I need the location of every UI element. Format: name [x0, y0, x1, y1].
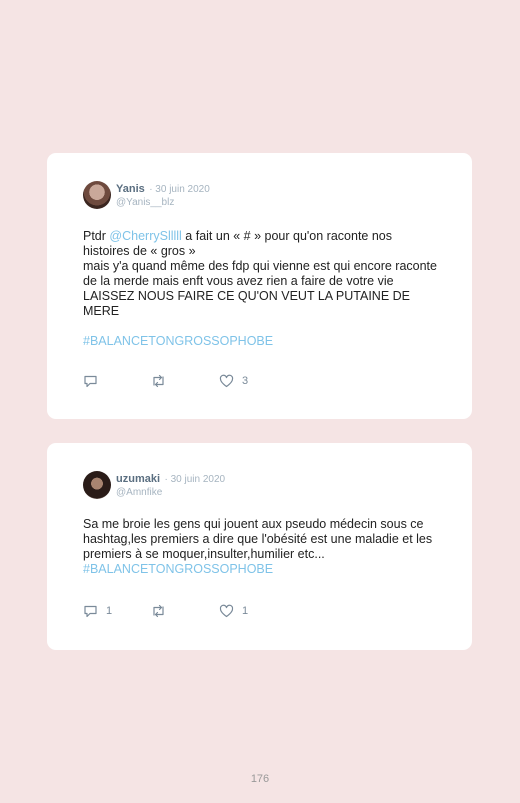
tweet-date[interactable]: · 30 juin 2020	[164, 474, 225, 485]
reply-button[interactable]: 1	[83, 604, 112, 618]
author-name[interactable]: uzumaki	[116, 473, 160, 485]
tweet-header: uzumaki · 30 juin 2020 @Amnfike	[116, 471, 225, 499]
author-name[interactable]: Yanis	[116, 183, 145, 195]
tweet-text: Ptdr @CherrySlllll a fait un « # » pour …	[83, 229, 442, 349]
heart-icon	[219, 374, 234, 388]
like-count: 1	[242, 605, 249, 617]
reply-icon	[84, 375, 97, 388]
like-button[interactable]: 3	[219, 374, 248, 388]
text-line: Sa me broie les gens qui jouent aux pseu…	[83, 517, 433, 561]
retweet-icon	[153, 604, 164, 618]
page-number: 176	[250, 773, 270, 785]
hashtag-link[interactable]: #BALANCETONGROSSOPHOBE	[83, 562, 442, 577]
hashtag-link[interactable]: #BALANCETONGROSSOPHOBE	[83, 334, 442, 349]
like-button[interactable]: 1	[219, 604, 248, 618]
tweet-card: Yanis · 30 juin 2020 @Yanis__blz Ptdr @C…	[47, 153, 472, 419]
reply-button[interactable]	[83, 374, 106, 388]
author-handle[interactable]: @Yanis__blz	[116, 196, 210, 209]
like-count: 3	[242, 375, 249, 387]
tweet-card: uzumaki · 30 juin 2020 @Amnfike Sa me br…	[47, 443, 472, 650]
heart-icon	[219, 604, 234, 618]
text-line: mais y'a quand même des fdp qui vienne e…	[83, 259, 437, 318]
tweet-date[interactable]: · 30 juin 2020	[149, 184, 210, 195]
retweet-icon	[153, 374, 164, 388]
avatar[interactable]	[83, 471, 111, 499]
reply-icon	[84, 605, 97, 618]
tweet-header: Yanis · 30 juin 2020 @Yanis__blz	[116, 181, 210, 209]
author-handle[interactable]: @Amnfike	[116, 486, 225, 499]
avatar[interactable]	[83, 181, 111, 209]
reply-count: 1	[106, 605, 113, 617]
retweet-button[interactable]	[150, 374, 175, 388]
retweet-button[interactable]	[150, 604, 175, 618]
mention-link[interactable]: @CherrySlllll	[109, 229, 181, 243]
tweet-text: Sa me broie les gens qui jouent aux pseu…	[83, 517, 442, 577]
text-segment: Ptdr	[83, 229, 110, 243]
